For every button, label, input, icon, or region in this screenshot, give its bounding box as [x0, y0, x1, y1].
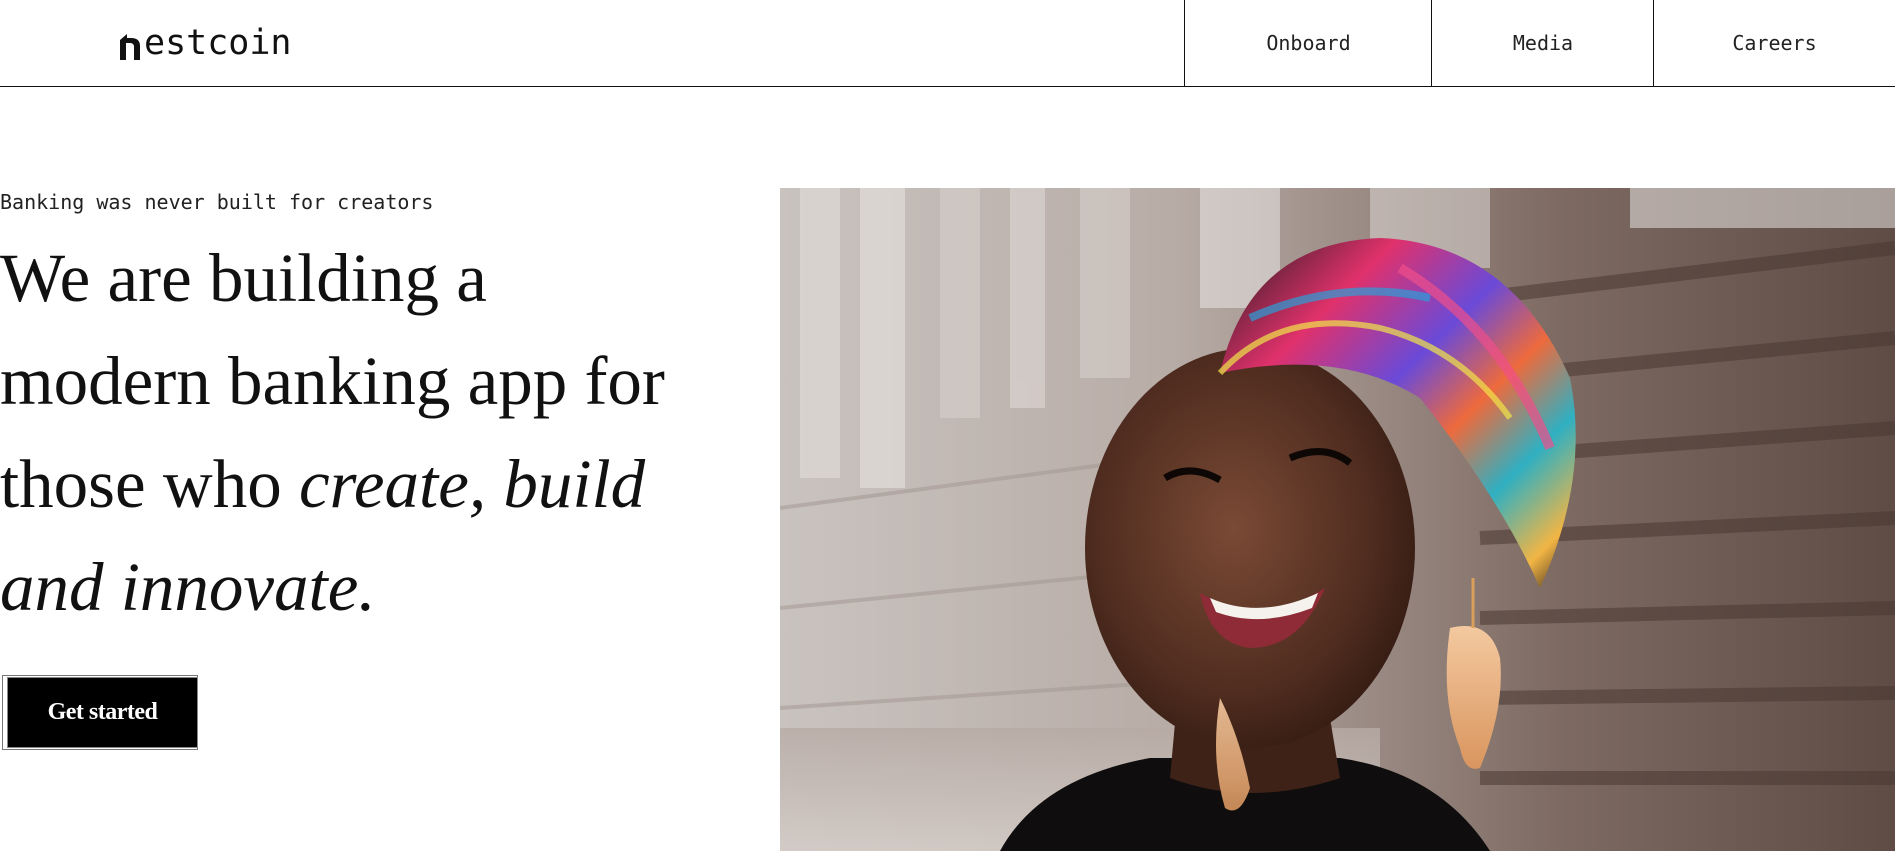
brand-name: estcoin	[144, 23, 292, 63]
get-started-button[interactable]: Get started	[7, 677, 198, 748]
headline-line-2: modern banking app for	[0, 343, 665, 419]
house-n-logo-icon	[120, 34, 140, 60]
nav-careers[interactable]: Careers	[1653, 0, 1895, 86]
headline-line-3: those who create, build	[0, 433, 700, 536]
brand-logo[interactable]: estcoin	[118, 22, 292, 62]
nav-media[interactable]: Media	[1431, 0, 1654, 86]
headline-line-4-italic: and innovate.	[0, 549, 376, 625]
woman-smiling-headwrap-photo	[780, 188, 1895, 851]
headline-line-3-italic: create, build	[298, 446, 646, 522]
nav-onboard[interactable]: Onboard	[1184, 0, 1432, 86]
hero-tagline: Banking was never built for creators	[0, 190, 434, 214]
site-header: estcoin Onboard Media Careers	[0, 0, 1895, 87]
headline-line-3-plain: those who	[0, 446, 299, 522]
cta-outline: Get started	[2, 675, 198, 750]
headline-line-4: and innovate.	[0, 536, 700, 639]
hero-headline: We are building a modern banking app for…	[0, 227, 700, 639]
headline-line-1: We are building a	[0, 240, 487, 316]
